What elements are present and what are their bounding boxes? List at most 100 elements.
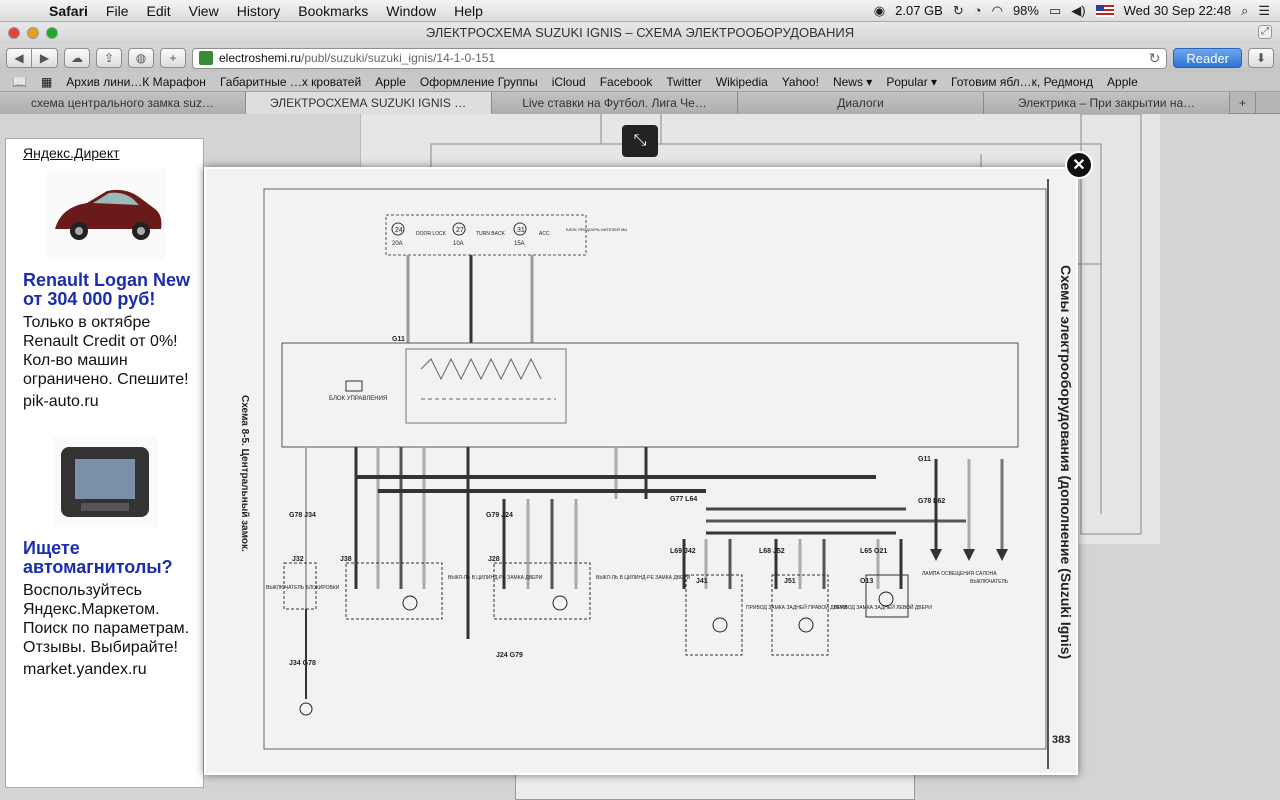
reload-icon[interactable]: ↻ bbox=[1149, 50, 1161, 67]
menu-edit[interactable]: Edit bbox=[137, 3, 179, 19]
back-button[interactable]: ◀ bbox=[6, 48, 32, 68]
bookmark-item[interactable]: Twitter bbox=[666, 75, 701, 89]
fuse-label: TURN BACK bbox=[476, 231, 506, 237]
tab-live-bets[interactable]: Live ставки на Футбол. Лига Че… bbox=[492, 92, 738, 114]
tab-suzuki-ignis[interactable]: ЭЛЕКТРОСХЕМА SUZUKI IGNIS –… bbox=[246, 92, 492, 114]
connector-label: G78 J34 bbox=[289, 512, 316, 519]
connector-label: J28 bbox=[488, 556, 500, 563]
connector-label: G11 bbox=[918, 456, 931, 463]
tab-dialogs[interactable]: Диалоги bbox=[738, 92, 984, 114]
bookmark-item[interactable]: Apple bbox=[375, 75, 406, 89]
bookmark-folder-popular[interactable]: Popular ▾ bbox=[886, 75, 937, 89]
ad-site-stereo[interactable]: market.yandex.ru bbox=[23, 661, 203, 679]
fuse-amp: 20A bbox=[392, 241, 403, 247]
ad-text-renault: Только в октябре Renault Credit от 0%! К… bbox=[23, 314, 189, 388]
bookmark-item[interactable]: Габаритные …х кроватей bbox=[220, 75, 361, 89]
connector-label: J34 G78 bbox=[289, 660, 316, 667]
menu-view[interactable]: View bbox=[180, 3, 228, 19]
ghost-icon: ◍ bbox=[135, 51, 147, 65]
share-button[interactable]: ⇪ bbox=[96, 48, 122, 68]
menu-history[interactable]: History bbox=[228, 3, 290, 19]
component-label: ПРИВОД ЗАМКА ЗАДНЕЙ ЛЕВОЙ ДВЕРИ bbox=[834, 603, 932, 611]
car-stereo-ad-image[interactable] bbox=[53, 437, 157, 527]
time-machine-icon[interactable]: ↻ bbox=[953, 3, 964, 19]
safari-toolbar: ◀ ▶ ☁ ⇪ ◍ + electroshemi.ru/publ/suzuki/… bbox=[0, 44, 1280, 72]
downloads-button[interactable]: ⬇ bbox=[1248, 48, 1274, 68]
connector-label: G78 L62 bbox=[918, 498, 945, 505]
ad-site-renault[interactable]: pik-auto.ru bbox=[23, 393, 203, 411]
bookmark-item[interactable]: Архив лини…К Марафон bbox=[66, 75, 206, 89]
component-label: ВЫКЛ-ЛЬ В ЦИЛИНД-РЕ ЗАМКА ДВЕРИ bbox=[448, 575, 543, 581]
bookmark-item[interactable]: Facebook bbox=[600, 75, 653, 89]
menu-help[interactable]: Help bbox=[445, 3, 492, 19]
spotlight-search-icon[interactable]: ⌕ bbox=[1241, 3, 1248, 19]
background-diagram-strip bbox=[515, 774, 915, 800]
bookmark-item[interactable]: Apple bbox=[1107, 75, 1138, 89]
download-icon: ⬇ bbox=[1255, 51, 1267, 65]
volume-icon[interactable]: ◀) bbox=[1071, 3, 1085, 19]
battery-icon[interactable]: ▭ bbox=[1049, 3, 1061, 19]
connector-label: G77 L64 bbox=[670, 496, 697, 503]
address-bar[interactable]: electroshemi.ru/publ/suzuki/suzuki_ignis… bbox=[192, 47, 1168, 69]
ad-header-link[interactable]: Яндекс.Директ bbox=[23, 145, 203, 161]
bookmark-folder-news[interactable]: News ▾ bbox=[833, 75, 872, 89]
input-source-flag-icon[interactable] bbox=[1095, 4, 1114, 17]
share-icon: ⇪ bbox=[103, 51, 115, 65]
expand-arrows-icon: ⤡ bbox=[633, 132, 647, 149]
site-favicon-icon bbox=[199, 51, 213, 65]
memory-icon[interactable]: ◉ bbox=[874, 3, 885, 19]
close-lightbox-button[interactable]: ✕ bbox=[1065, 151, 1093, 179]
connector-label: J24 G79 bbox=[496, 652, 523, 659]
icloud-tabs-button[interactable]: ☁ bbox=[64, 48, 90, 68]
plus-icon: + bbox=[169, 51, 177, 65]
ghostery-button[interactable]: ◍ bbox=[128, 48, 154, 68]
component-label: ВЫКЛЮЧАТЕЛЬ БЛОКИРОВКИ bbox=[266, 585, 340, 591]
menu-clock[interactable]: Wed 30 Sep 22:48 bbox=[1124, 3, 1231, 18]
fullscreen-button[interactable]: ⤢ bbox=[1258, 25, 1272, 39]
control-unit-label: БЛОК УПРАВЛЕНИЯ bbox=[329, 396, 387, 402]
notification-center-icon[interactable]: ☰ bbox=[1258, 3, 1270, 19]
menu-bookmarks[interactable]: Bookmarks bbox=[289, 3, 377, 19]
reading-list-icon[interactable]: 📖 bbox=[12, 75, 27, 89]
tab-central-lock[interactable]: схема центрального замка suz… bbox=[0, 92, 246, 114]
connector-label: L69 J42 bbox=[670, 548, 696, 555]
image-lightbox: 24 27 31 20A 10A 15A DOOR LOCK TURN BACK… bbox=[204, 167, 1078, 775]
bookmark-item[interactable]: Готовим ябл…к, Редмонд bbox=[951, 75, 1093, 89]
diagram-caption-left: Схема 8-5. Центральный замок. bbox=[239, 395, 250, 552]
reader-button[interactable]: Reader bbox=[1173, 48, 1242, 68]
window-title-bar: ЭЛЕКТРОСХЕМА SUZUKI IGNIS – СХЕМА ЭЛЕКТР… bbox=[0, 22, 1280, 44]
sync-icon[interactable]: ◔ bbox=[974, 3, 982, 18]
menu-file[interactable]: File bbox=[97, 3, 138, 19]
bookmark-item[interactable]: Yahoo! bbox=[782, 75, 819, 89]
wifi-icon[interactable]: ◠ bbox=[992, 3, 1003, 19]
fuse-amp: 10A bbox=[453, 241, 464, 247]
minimize-window-button[interactable] bbox=[27, 27, 39, 39]
zoom-window-button[interactable] bbox=[46, 27, 58, 39]
connector-label: G79 J24 bbox=[486, 512, 513, 519]
component-label: ЛАМПА ОСВЕЩЕНИЯ САЛОНА bbox=[922, 571, 997, 577]
bookmark-item[interactable]: Wikipedia bbox=[716, 75, 768, 89]
url-path: /publ/suzuki/suzuki_ignis/14-1-0-151 bbox=[301, 51, 496, 65]
menu-window[interactable]: Window bbox=[377, 3, 445, 19]
car-ad-image[interactable] bbox=[47, 169, 165, 259]
add-bookmark-button[interactable]: + bbox=[160, 48, 186, 68]
menu-app-name[interactable]: Safari bbox=[40, 3, 97, 19]
new-tab-button[interactable]: + bbox=[1230, 92, 1256, 113]
close-window-button[interactable] bbox=[8, 27, 20, 39]
top-sites-icon[interactable]: ▦ bbox=[41, 75, 52, 89]
forward-button[interactable]: ▶ bbox=[32, 48, 58, 68]
bookmark-item[interactable]: Оформление Группы bbox=[420, 75, 538, 89]
close-icon: ✕ bbox=[1072, 157, 1086, 174]
back-arrow-icon: ◀ bbox=[14, 51, 24, 65]
ad-title-stereo[interactable]: Ищете автомагнитолы? bbox=[23, 539, 203, 577]
ad-text-stereo: Воспользуйтесь Яндекс.Маркетом. Поиск по… bbox=[23, 582, 190, 656]
wiring-diagram-scan: 24 27 31 20A 10A 15A DOOR LOCK TURN BACK… bbox=[206, 169, 1076, 773]
plus-icon: + bbox=[1238, 96, 1246, 110]
ad-title-renault[interactable]: Renault Logan New от 304 000 руб! bbox=[23, 271, 203, 309]
fuse-number: 31 bbox=[517, 227, 525, 234]
expand-image-button[interactable]: ⤡ bbox=[622, 125, 658, 157]
window-title: ЭЛЕКТРОСХЕМА SUZUKI IGNIS – СХЕМА ЭЛЕКТР… bbox=[425, 25, 855, 40]
bookmark-item[interactable]: iCloud bbox=[552, 75, 586, 89]
tab-bar: схема центрального замка suz… ЭЛЕКТРОСХЕ… bbox=[0, 92, 1280, 114]
tab-electrics[interactable]: Электрика – При закрытии на… bbox=[984, 92, 1230, 114]
